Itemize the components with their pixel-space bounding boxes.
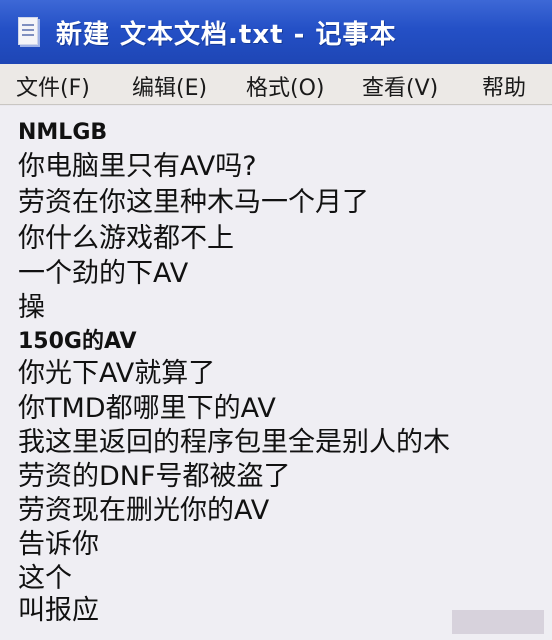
text-line: 你TMD都哪里下的AV [18,393,276,424]
title-bar[interactable]: 新建 文本文档.txt - 记事本 [0,0,552,64]
text-editor-area[interactable]: NMLGB 你电脑里只有AV吗? 劳资在你这里种木马一个月了 你什么游戏都不上 … [0,106,552,640]
menu-file[interactable]: 文件(F) [16,70,90,102]
menu-help[interactable]: 帮助 [482,70,526,102]
text-line: 告诉你 [18,529,99,560]
text-line: 你电脑里只有AV吗? [18,151,257,182]
text-line: 我这里返回的程序包里全是别人的木 [18,427,450,458]
text-line: 150G的AV [18,329,137,354]
menu-bar: 文件(F) 编辑(E) 格式(O) 查看(V) 帮助 [0,64,552,105]
text-line: 劳资的DNF号都被盗了 [18,461,291,492]
notepad-window: 新建 文本文档.txt - 记事本 文件(F) 编辑(E) 格式(O) 查看(V… [0,0,552,640]
watermark [452,610,544,634]
text-line: NMLGB [18,120,108,145]
window-title: 新建 文本文档.txt - 记事本 [56,19,397,50]
text-line: 劳资在你这里种木马一个月了 [18,187,369,218]
notepad-icon[interactable] [18,17,40,47]
text-line: 叫报应 [18,595,99,626]
text-line: 操 [18,292,45,323]
menu-edit[interactable]: 编辑(E) [132,70,207,102]
text-line: 一个劲的下AV [18,258,189,289]
menu-view[interactable]: 查看(V) [362,70,438,102]
menu-format[interactable]: 格式(O) [246,70,324,102]
text-line: 你什么游戏都不上 [18,223,234,254]
text-line: 劳资现在删光你的AV [18,495,270,526]
text-line: 你光下AV就算了 [18,358,216,389]
text-line: 这个 [18,563,72,594]
